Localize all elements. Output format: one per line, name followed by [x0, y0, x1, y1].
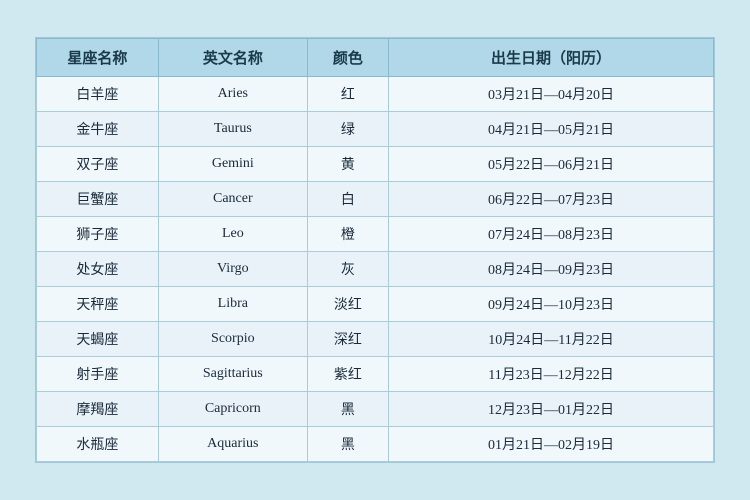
cell-date: 04月21日—05月21日: [389, 112, 714, 147]
table-row: 白羊座Aries红03月21日—04月20日: [37, 77, 714, 112]
table-row: 处女座Virgo灰08月24日—09月23日: [37, 252, 714, 287]
cell-color: 灰: [307, 252, 388, 287]
cell-en: Aquarius: [158, 427, 307, 462]
cell-en: Scorpio: [158, 322, 307, 357]
cell-date: 12月23日—01月22日: [389, 392, 714, 427]
cell-date: 01月21日—02月19日: [389, 427, 714, 462]
cell-color: 绿: [307, 112, 388, 147]
cell-date: 10月24日—11月22日: [389, 322, 714, 357]
table-row: 天蝎座Scorpio深红10月24日—11月22日: [37, 322, 714, 357]
table-row: 狮子座Leo橙07月24日—08月23日: [37, 217, 714, 252]
cell-color: 淡红: [307, 287, 388, 322]
header-zh: 星座名称: [37, 39, 159, 77]
cell-color: 黑: [307, 427, 388, 462]
table-header-row: 星座名称 英文名称 颜色 出生日期（阳历）: [37, 39, 714, 77]
cell-zh: 天蝎座: [37, 322, 159, 357]
cell-zh: 摩羯座: [37, 392, 159, 427]
zodiac-table-container: 星座名称 英文名称 颜色 出生日期（阳历） 白羊座Aries红03月21日—04…: [35, 37, 715, 463]
table-row: 天秤座Libra淡红09月24日—10月23日: [37, 287, 714, 322]
cell-color: 红: [307, 77, 388, 112]
cell-zh: 狮子座: [37, 217, 159, 252]
cell-en: Aries: [158, 77, 307, 112]
cell-zh: 射手座: [37, 357, 159, 392]
header-color: 颜色: [307, 39, 388, 77]
cell-color: 黄: [307, 147, 388, 182]
cell-en: Taurus: [158, 112, 307, 147]
cell-en: Cancer: [158, 182, 307, 217]
cell-zh: 白羊座: [37, 77, 159, 112]
cell-color: 深红: [307, 322, 388, 357]
cell-date: 11月23日—12月22日: [389, 357, 714, 392]
cell-date: 09月24日—10月23日: [389, 287, 714, 322]
cell-color: 白: [307, 182, 388, 217]
cell-date: 07月24日—08月23日: [389, 217, 714, 252]
cell-en: Gemini: [158, 147, 307, 182]
table-row: 双子座Gemini黄05月22日—06月21日: [37, 147, 714, 182]
cell-en: Virgo: [158, 252, 307, 287]
cell-en: Sagittarius: [158, 357, 307, 392]
table-row: 金牛座Taurus绿04月21日—05月21日: [37, 112, 714, 147]
cell-color: 黑: [307, 392, 388, 427]
cell-color: 橙: [307, 217, 388, 252]
cell-date: 06月22日—07月23日: [389, 182, 714, 217]
table-row: 摩羯座Capricorn黑12月23日—01月22日: [37, 392, 714, 427]
cell-en: Leo: [158, 217, 307, 252]
cell-date: 03月21日—04月20日: [389, 77, 714, 112]
cell-en: Libra: [158, 287, 307, 322]
cell-en: Capricorn: [158, 392, 307, 427]
cell-color: 紫红: [307, 357, 388, 392]
table-row: 水瓶座Aquarius黑01月21日—02月19日: [37, 427, 714, 462]
table-row: 巨蟹座Cancer白06月22日—07月23日: [37, 182, 714, 217]
cell-zh: 处女座: [37, 252, 159, 287]
cell-zh: 双子座: [37, 147, 159, 182]
cell-date: 08月24日—09月23日: [389, 252, 714, 287]
cell-date: 05月22日—06月21日: [389, 147, 714, 182]
header-en: 英文名称: [158, 39, 307, 77]
zodiac-table: 星座名称 英文名称 颜色 出生日期（阳历） 白羊座Aries红03月21日—04…: [36, 38, 714, 462]
cell-zh: 天秤座: [37, 287, 159, 322]
table-row: 射手座Sagittarius紫红11月23日—12月22日: [37, 357, 714, 392]
cell-zh: 水瓶座: [37, 427, 159, 462]
cell-zh: 巨蟹座: [37, 182, 159, 217]
cell-zh: 金牛座: [37, 112, 159, 147]
header-date: 出生日期（阳历）: [389, 39, 714, 77]
